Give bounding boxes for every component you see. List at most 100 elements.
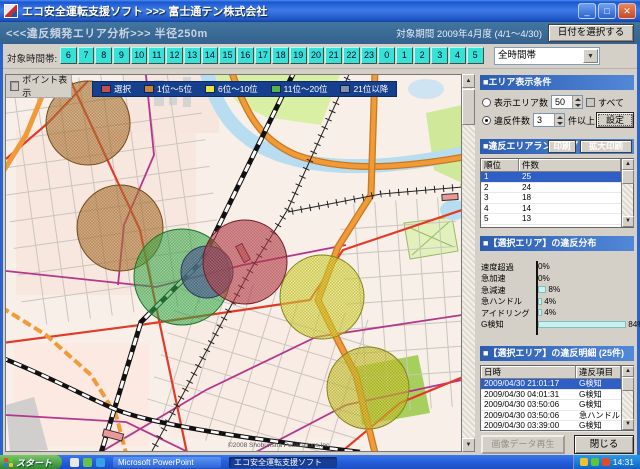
start-button[interactable]: スタート — [0, 455, 62, 469]
hour-button-12[interactable]: 12 — [166, 47, 183, 64]
hour-button-1[interactable]: 1 — [396, 47, 413, 64]
print-large-button[interactable]: 拡大印刷 — [580, 140, 632, 153]
detail-row[interactable]: 2009/04/30 03:50:06G検知 — [481, 400, 633, 411]
area-count-radio[interactable] — [482, 98, 491, 107]
close-icon[interactable]: ✕ — [618, 3, 636, 19]
time-range-dropdown[interactable]: 全時間帯 ▼ — [494, 47, 600, 65]
item-cell: 急ハンドル — [576, 411, 621, 421]
quick-launch-icon[interactable] — [83, 458, 92, 467]
apply-button[interactable]: 設定 — [596, 112, 634, 128]
ranking-row[interactable]: 414 — [481, 204, 633, 215]
details-scrollbar-thumb[interactable] — [622, 377, 634, 391]
tray-icon[interactable] — [591, 458, 599, 466]
map-scrollbar-thumb[interactable] — [462, 89, 475, 125]
detail-row[interactable]: 2009/04/30 03:50:06急ハンドル — [481, 411, 633, 422]
hour-button-15[interactable]: 15 — [219, 47, 236, 64]
hour-button-19[interactable]: 19 — [290, 47, 307, 64]
close-dialog-button[interactable]: 閉じる — [574, 435, 634, 454]
datetime-cell: 2009/04/30 03:50:06 — [481, 400, 576, 410]
ranking-row[interactable]: 318 — [481, 193, 633, 204]
spinner-arrows-icon[interactable] — [572, 96, 582, 108]
item-column-header[interactable]: 違反項目 — [576, 366, 621, 379]
ranking-row[interactable]: 125 — [481, 172, 633, 183]
ranking-table[interactable]: 順位 件数 125224318414513 ▲ ▼ — [480, 158, 634, 228]
ranking-row[interactable]: 224 — [481, 183, 633, 194]
area-count-spinner[interactable]: 50 — [551, 95, 583, 109]
hour-button-17[interactable]: 17 — [255, 47, 272, 64]
scroll-down-icon[interactable]: ▼ — [462, 438, 475, 452]
detail-row[interactable]: 2009/04/30 03:39:00G検知 — [481, 421, 633, 432]
quick-launch-icon[interactable] — [70, 458, 79, 467]
print-button[interactable]: 印刷 — [548, 140, 576, 153]
chart-row: 急減速8% — [481, 284, 633, 296]
point-display-toggle[interactable]: ポイント表示 — [6, 75, 72, 98]
replay-image-button[interactable]: 画像データ再生 — [481, 435, 565, 454]
detail-row[interactable]: 2009/04/30 21:01:17G検知 — [481, 379, 633, 390]
select-date-button[interactable]: 日付を選択する — [548, 24, 634, 42]
hour-button-20[interactable]: 20 — [308, 47, 325, 64]
scroll-up-icon[interactable]: ▲ — [622, 159, 634, 170]
area-count-label: 表示エリア数 — [494, 96, 548, 109]
hour-button-9[interactable]: 9 — [113, 47, 130, 64]
scroll-down-icon[interactable]: ▼ — [622, 419, 634, 430]
hour-button-16[interactable]: 16 — [237, 47, 254, 64]
rank-column-header[interactable]: 順位 — [481, 159, 519, 172]
quick-launch-icon[interactable] — [96, 458, 105, 467]
ranking-scrollbar[interactable]: ▲ ▼ — [621, 159, 633, 227]
quick-launch — [70, 458, 105, 467]
ranking-rows: 125224318414513 — [481, 172, 633, 225]
chart-row: G検知84% — [481, 319, 633, 331]
chart-value-label: 0% — [538, 262, 550, 271]
ranking-row[interactable]: 513 — [481, 214, 633, 225]
minimize-button[interactable]: _ — [578, 3, 596, 19]
legend-swatch-icon — [101, 85, 111, 93]
hour-button-14[interactable]: 14 — [202, 47, 219, 64]
taskbar-task-eco-app[interactable]: エコ安全運転支援ソフト — [229, 457, 337, 468]
chevron-down-icon[interactable]: ▼ — [583, 49, 598, 63]
tray-icon[interactable] — [602, 458, 610, 466]
hour-button-3[interactable]: 3 — [431, 47, 448, 64]
scroll-down-icon[interactable]: ▼ — [622, 216, 634, 227]
details-rows: 2009/04/30 21:01:17G検知2009/04/30 04:01:3… — [481, 379, 633, 432]
hour-button-11[interactable]: 11 — [148, 47, 165, 64]
violation-count-radio[interactable] — [482, 116, 491, 125]
hour-button-6[interactable]: 6 — [60, 47, 77, 64]
hour-button-22[interactable]: 22 — [343, 47, 360, 64]
spinner-arrows-icon[interactable] — [554, 114, 564, 126]
hour-button-5[interactable]: 5 — [467, 47, 484, 64]
hour-button-2[interactable]: 2 — [414, 47, 431, 64]
scroll-up-icon[interactable]: ▲ — [462, 74, 475, 88]
violation-count-spinner[interactable]: 3 — [533, 113, 565, 127]
details-table[interactable]: 日時 違反項目 2009/04/30 21:01:17G検知2009/04/30… — [480, 365, 634, 431]
map-vertical-scrollbar[interactable]: ▲ ▼ — [462, 74, 475, 452]
detail-row[interactable]: 2009/04/30 04:01:31G検知 — [481, 390, 633, 401]
taskbar-task-powerpoint[interactable]: Microsoft PowerPoint — [113, 457, 221, 468]
point-display-checkbox[interactable] — [10, 81, 19, 91]
count-cell: 13 — [519, 214, 621, 224]
chart-value-label: 84% — [628, 320, 640, 329]
hour-button-21[interactable]: 21 — [325, 47, 342, 64]
count-column-header[interactable]: 件数 — [519, 159, 621, 172]
details-scrollbar[interactable]: ▲ ▼ — [621, 366, 633, 430]
legend-item-2: 6位～10位 — [205, 83, 258, 95]
maximize-button[interactable]: □ — [598, 3, 616, 19]
tray-icon[interactable] — [580, 458, 588, 466]
hour-button-0[interactable]: 0 — [378, 47, 395, 64]
datetime-column-header[interactable]: 日時 — [481, 366, 576, 379]
point-display-label: ポイント表示 — [22, 74, 71, 99]
ranking-scrollbar-thumb[interactable] — [622, 170, 634, 184]
hour-button-23[interactable]: 23 — [361, 47, 378, 64]
all-checkbox[interactable] — [586, 98, 595, 107]
hour-button-7[interactable]: 7 — [78, 47, 95, 64]
hour-button-8[interactable]: 8 — [95, 47, 112, 64]
legend-item-4: 21位以降 — [340, 83, 388, 95]
legend-swatch-icon — [205, 85, 215, 93]
map-legend: 選択1位～5位6位～10位11位～20位21位以降 — [92, 81, 397, 97]
hour-button-4[interactable]: 4 — [449, 47, 466, 64]
scroll-up-icon[interactable]: ▲ — [622, 366, 634, 377]
hour-button-18[interactable]: 18 — [272, 47, 289, 64]
hour-button-10[interactable]: 10 — [131, 47, 148, 64]
hour-button-13[interactable]: 13 — [184, 47, 201, 64]
map-image[interactable]: ©2008 Shobunsha Publications,Inc. — [6, 75, 462, 452]
map-viewport[interactable]: ©2008 Shobunsha Publications,Inc. 選択1位～5… — [5, 74, 462, 452]
